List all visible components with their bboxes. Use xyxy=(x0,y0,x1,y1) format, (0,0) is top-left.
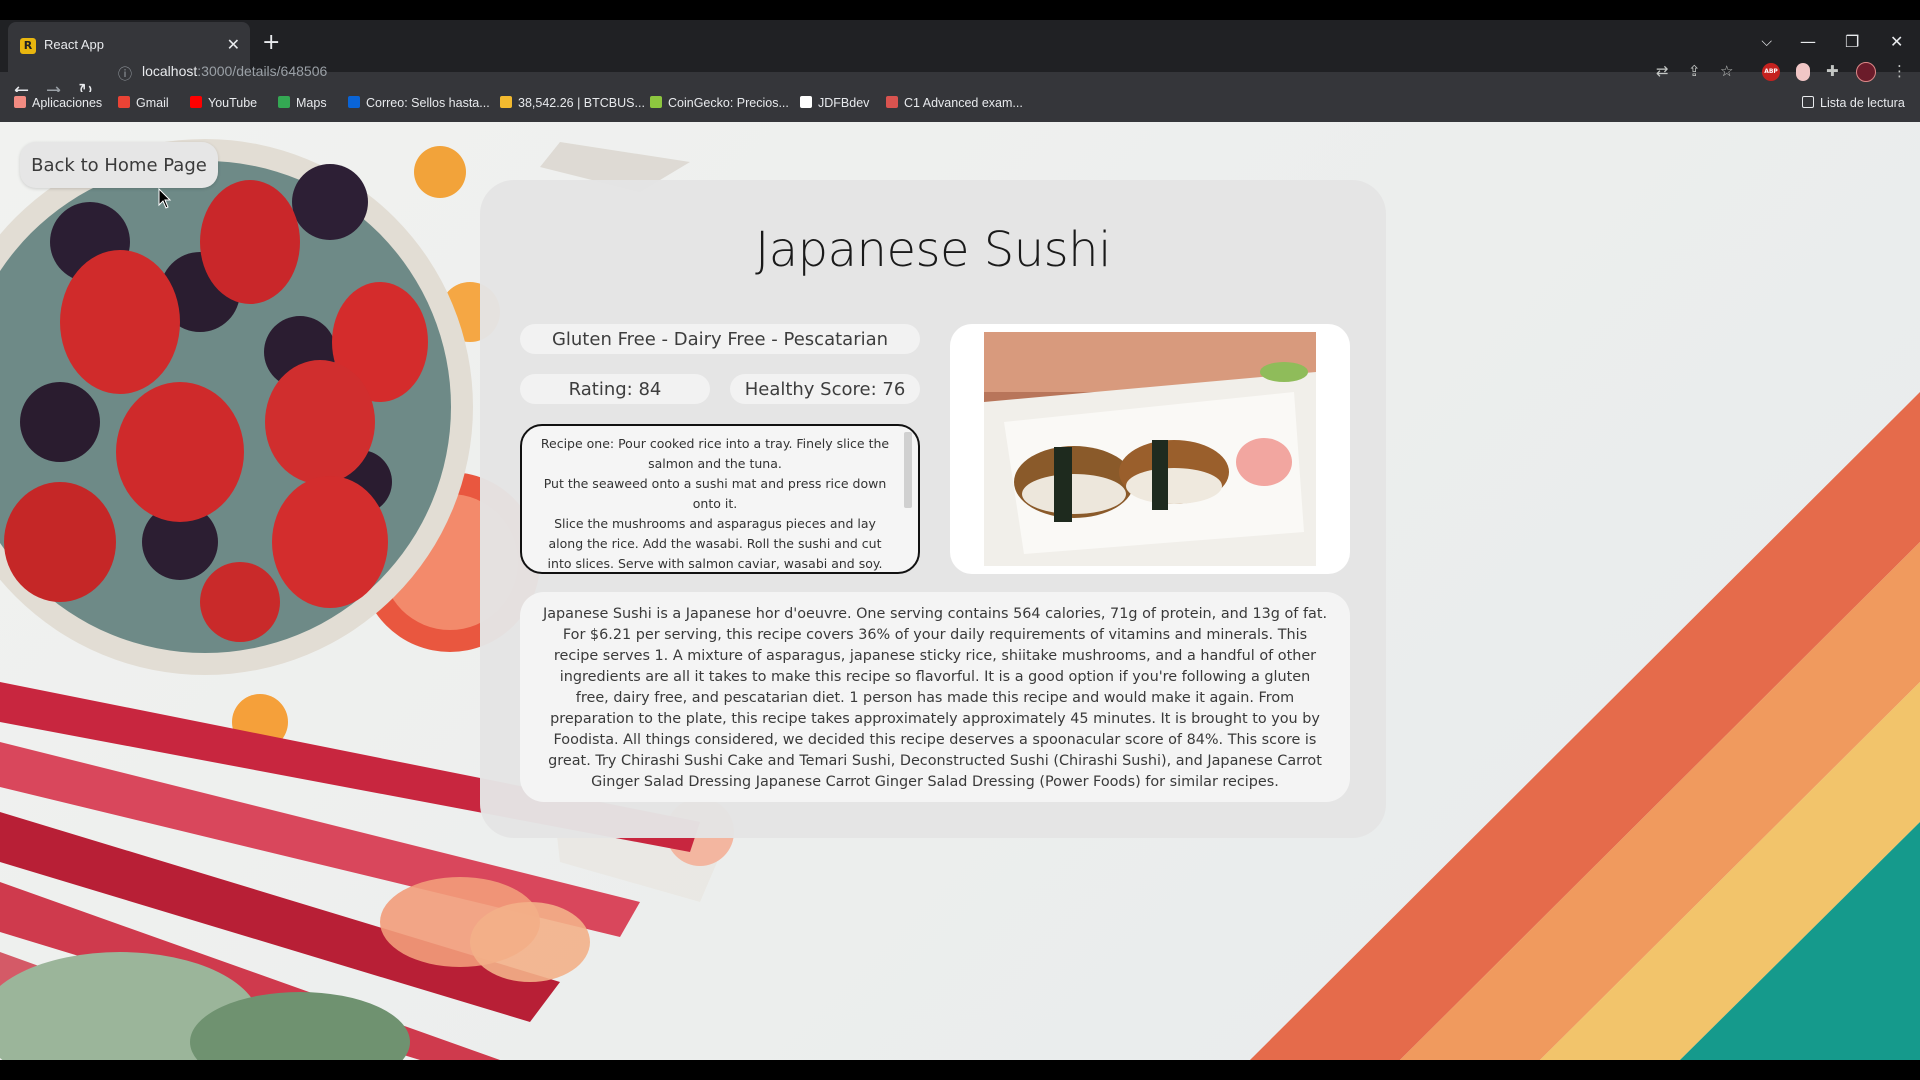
page-viewport: Back to Home Page Japanese Sushi Gluten … xyxy=(0,122,1920,1060)
diets-pill: Gluten Free - Dairy Free - Pescatarian xyxy=(520,324,920,354)
adblock-extension-icon[interactable]: ABP xyxy=(1762,63,1780,81)
bookmark-item[interactable]: CoinGecko: Precios... xyxy=(650,96,789,110)
recipe-image-frame xyxy=(950,324,1350,574)
recipe-title: Japanese Sushi xyxy=(755,222,1111,278)
apps-grid-icon xyxy=(14,96,26,108)
reading-list-label: Lista de lectura xyxy=(1820,96,1905,110)
bookmark-label: Aplicaciones xyxy=(32,96,103,110)
bookmark-item[interactable]: JDFBdev xyxy=(800,96,869,110)
cambridge-icon xyxy=(886,96,898,108)
extensions-puzzle-icon[interactable]: ✚ xyxy=(1826,62,1839,80)
bookmark-label: JDFBdev xyxy=(818,96,870,110)
close-window-icon[interactable]: ✕ xyxy=(1890,32,1903,51)
bookmark-item[interactable]: YouTube xyxy=(190,96,257,110)
url-path: :3000/details/648506 xyxy=(197,63,328,79)
menu-kebab-icon[interactable]: ⋮ xyxy=(1892,62,1907,80)
health-score-pill: Healthy Score: 76 xyxy=(730,374,920,404)
address-bar[interactable]: localhost:3000/details/648506 xyxy=(142,63,327,79)
outlook-icon xyxy=(348,96,360,108)
binance-icon xyxy=(500,96,512,108)
rating-pill: Rating: 84 xyxy=(520,374,710,404)
recipe-image xyxy=(984,332,1316,566)
bookmark-item[interactable]: Correo: Sellos hasta... xyxy=(348,96,490,110)
profile-avatar[interactable] xyxy=(1856,62,1876,82)
maps-pin-icon xyxy=(278,96,290,108)
tab-search-chevron-icon[interactable]: ⌵ xyxy=(1761,34,1772,50)
instructions-box[interactable]: Recipe one: Pour cooked rice into a tray… xyxy=(520,424,920,574)
bookmark-label: YouTube xyxy=(208,96,258,110)
bookmark-label: CoinGecko: Precios... xyxy=(668,96,789,110)
recipe-summary: Japanese Sushi is a Japanese hor d'oeuvr… xyxy=(520,592,1350,802)
top-border xyxy=(0,0,1920,20)
bookmark-label: 38,542.26 | BTCBUS... xyxy=(518,96,645,110)
minimize-icon[interactable]: — xyxy=(1800,32,1816,51)
mouse-cursor-icon xyxy=(158,188,172,209)
restore-icon[interactable]: ❐ xyxy=(1845,32,1859,51)
bookmark-star-icon[interactable]: ☆ xyxy=(1720,62,1733,80)
recipe-detail-card: Japanese Sushi Gluten Free - Dairy Free … xyxy=(480,180,1386,838)
instruction-step: Slice the mushrooms and asparagus pieces… xyxy=(547,516,883,571)
reading-list[interactable]: Lista de lectura xyxy=(1802,96,1905,110)
translate-icon[interactable]: ⇄ xyxy=(1656,62,1669,80)
bookmark-item[interactable]: Gmail xyxy=(118,96,169,110)
gmail-icon xyxy=(118,96,130,108)
bookmark-item[interactable]: Maps xyxy=(278,96,327,110)
bottom-border xyxy=(0,1060,1920,1080)
react-app-favicon-icon: R xyxy=(20,38,36,54)
tab-title: React App xyxy=(44,37,104,52)
reading-list-icon xyxy=(1802,96,1814,108)
bookmark-item[interactable]: C1 Advanced exam... xyxy=(886,96,1023,110)
summary-text: Japanese Sushi is a Japanese hor d'oeuvr… xyxy=(542,606,1328,790)
bookmark-label: C1 Advanced exam... xyxy=(904,96,1023,110)
instruction-step: Put the seaweed onto a sushi mat and pre… xyxy=(543,476,887,511)
site-info-icon[interactable]: ⓘ xyxy=(118,64,132,84)
bookmark-item[interactable]: 38,542.26 | BTCBUS... xyxy=(500,96,645,110)
instruction-step: Recipe one: Pour cooked rice into a tray… xyxy=(540,436,890,471)
bookmark-label: Gmail xyxy=(136,96,169,110)
url-host: localhost xyxy=(142,63,198,79)
youtube-icon xyxy=(190,96,202,108)
back-to-home-button[interactable]: Back to Home Page xyxy=(20,142,218,188)
close-tab-icon[interactable]: ✕ xyxy=(227,35,240,54)
github-icon xyxy=(800,96,812,108)
bookmark-label: Maps xyxy=(296,96,327,110)
share-icon[interactable]: ⇪ xyxy=(1688,62,1701,80)
new-tab-icon[interactable]: + xyxy=(262,30,280,55)
bookmark-label: Correo: Sellos hasta... xyxy=(366,96,490,110)
extension-icon[interactable] xyxy=(1796,63,1810,81)
coingecko-icon xyxy=(650,96,662,108)
instructions-scrollbar[interactable] xyxy=(904,432,912,508)
bookmark-item[interactable]: Aplicaciones xyxy=(14,96,102,110)
